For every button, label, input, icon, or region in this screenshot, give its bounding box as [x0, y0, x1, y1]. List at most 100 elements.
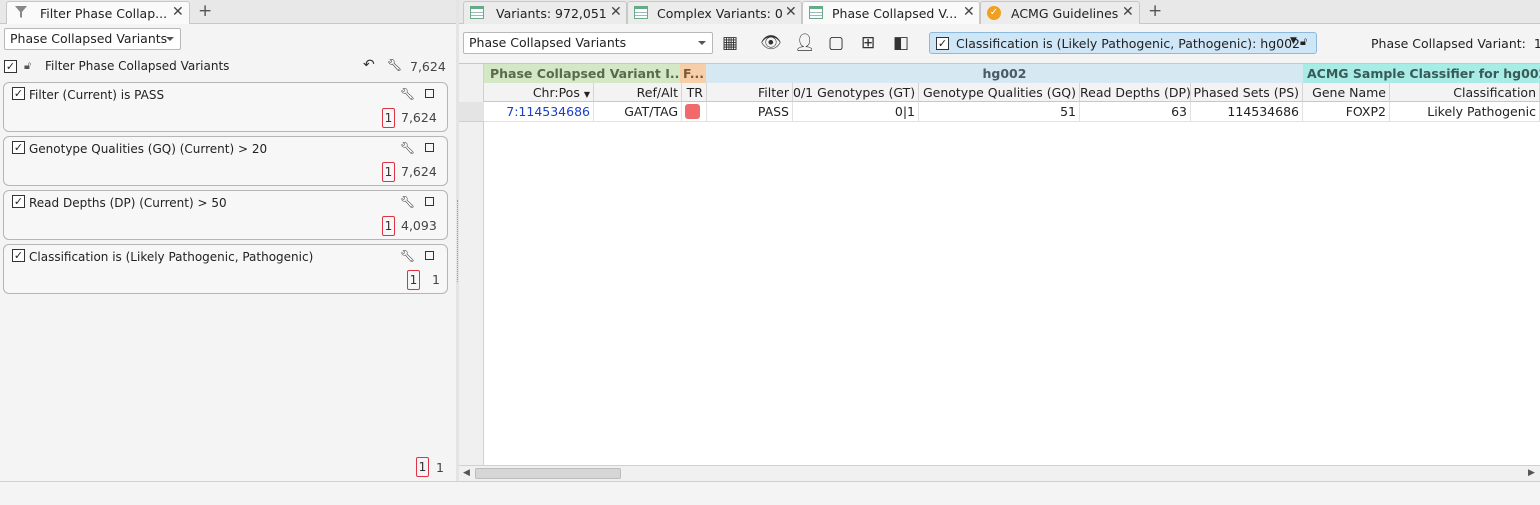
filter-card[interactable]: ✓ Classification is (Likely Pathogenic, … — [3, 244, 448, 294]
unlock-icon[interactable]: 🔓︎ — [24, 59, 31, 73]
square-icon[interactable] — [425, 143, 434, 152]
wrench-icon[interactable]: 🔧︎ — [400, 87, 415, 101]
column-header-dp[interactable]: Read Depths (DP) — [1080, 83, 1191, 102]
filter-index-box: 1 — [382, 216, 395, 236]
column-header-gene[interactable]: Gene Name — [1303, 83, 1390, 102]
cell-filter: PASS — [707, 102, 793, 122]
filter-card[interactable]: ✓ Filter (Current) is PASS 🔧︎ 1 7,624 — [3, 82, 448, 132]
cell-tr — [682, 102, 707, 122]
group-header-phase-collapsed: Phase Collapsed Variant I... — [484, 64, 680, 83]
cell-chrpos-link[interactable]: 7:114534686 — [484, 102, 594, 122]
filter-card[interactable]: ✓ Read Depths (DP) (Current) > 50 🔧︎ 1 4… — [3, 190, 448, 240]
filter-checkbox[interactable]: ✓ — [12, 249, 25, 262]
tab-phase-collapsed-variants[interactable]: Phase Collapsed V... ✕ — [802, 1, 980, 24]
tab-variants[interactable]: Variants: 972,051 ✕ — [463, 1, 627, 24]
row-gutter-selected[interactable] — [459, 102, 484, 122]
filter-source-select[interactable]: Phase Collapsed Variants — [4, 28, 181, 50]
tab-label: Complex Variants: 0 — [657, 6, 783, 21]
wrench-icon[interactable]: 🔧︎ — [400, 249, 415, 263]
close-icon[interactable]: ✕ — [963, 4, 975, 20]
eye-icon[interactable]: 👁︎ — [760, 33, 782, 53]
filter-count: 7,624 — [401, 164, 437, 179]
tab-filter-phase-collapsed[interactable]: Filter Phase Collap... ✕ — [6, 1, 190, 24]
filter-label: Read Depths (DP) (Current) > 50 — [29, 196, 227, 210]
wrench-icon[interactable]: 🔧︎ — [400, 195, 415, 209]
root-filter-checkbox[interactable]: ✓ — [4, 60, 17, 73]
tab-label: ACMG Guidelines — [1011, 6, 1119, 21]
filter-chip-checkbox[interactable]: ✓ — [936, 37, 949, 50]
cell-refalt: GAT/TAG — [594, 102, 682, 122]
filter-label: Classification is (Likely Pathogenic, Pa… — [29, 250, 314, 264]
close-icon[interactable]: ✕ — [172, 4, 184, 20]
add-tab-icon[interactable]: + — [1148, 1, 1162, 21]
footer-index-box: 1 — [416, 457, 429, 477]
table-icon — [470, 6, 484, 19]
row-gutter — [459, 64, 484, 466]
footer-count: 1 — [436, 460, 444, 475]
column-header-classification[interactable]: Classification — [1390, 83, 1540, 102]
group-header-acmg: ACMG Sample Classifier for hg002 — [1303, 64, 1540, 83]
filter-source-value: Phase Collapsed Variants — [10, 31, 168, 46]
filter-index-box: 1 — [407, 270, 420, 290]
close-icon[interactable]: ✕ — [610, 4, 622, 20]
column-header-ps[interactable]: Phased Sets (PS) — [1191, 83, 1303, 102]
tab-acmg-guidelines[interactable]: ✓ ACMG Guidelines ✕ — [980, 1, 1140, 24]
cell-gt: 0|1 — [793, 102, 919, 122]
tab-label: Phase Collapsed V... — [832, 6, 958, 21]
column-header-gq[interactable]: Genotype Qualities (GQ) — [919, 83, 1080, 102]
filter-count: 1 — [432, 272, 440, 287]
selection-square-icon[interactable]: ▢ — [828, 33, 844, 53]
root-filter-count: 7,624 — [410, 59, 446, 74]
cell-ps: 114534686 — [1191, 102, 1303, 122]
filter-label: Filter (Current) is PASS — [29, 88, 165, 102]
columns-icon[interactable]: ▦ — [722, 33, 738, 53]
chevron-down-icon[interactable]: ▼ — [1290, 36, 1297, 46]
unlock-icon[interactable]: 🔓︎ — [1300, 35, 1307, 49]
close-icon[interactable]: ✕ — [785, 4, 797, 20]
scroll-right-icon[interactable]: ▶ — [1528, 468, 1535, 478]
splitter-grip — [457, 200, 458, 282]
cell-dp: 63 — [1080, 102, 1191, 122]
column-header-filter[interactable]: Filter — [707, 83, 793, 102]
square-icon[interactable] — [425, 251, 434, 260]
variant-table: Phase Collapsed Variant I... F... hg002 … — [459, 63, 1540, 481]
active-filter-chip[interactable]: ✓ Classification is (Likely Pathogenic, … — [929, 32, 1317, 54]
person-icon[interactable]: 👤︎ — [794, 33, 816, 53]
filter-chip-label: Classification is (Likely Pathogenic, Pa… — [956, 36, 1301, 51]
table-source-select[interactable]: Phase Collapsed Variants — [463, 32, 713, 54]
column-header-chrpos[interactable]: Chr:Pos ▼ — [484, 83, 594, 102]
filter-checkbox[interactable]: ✓ — [12, 195, 25, 208]
close-icon[interactable]: ✕ — [1122, 4, 1134, 20]
column-header-tr[interactable]: TR — [682, 83, 707, 102]
scroll-thumb[interactable] — [475, 468, 621, 479]
filter-checkbox[interactable]: ✓ — [12, 87, 25, 100]
add-table-icon[interactable]: ⊞ — [861, 33, 875, 53]
undo-icon[interactable]: ↶ — [363, 57, 375, 73]
add-tab-icon[interactable]: + — [198, 1, 212, 21]
record-count-status: Phase Collapsed Variant: 1 — [1371, 36, 1540, 51]
column-header-gt[interactable]: 0/1 Genotypes (GT) — [793, 83, 919, 102]
tab-label: Filter Phase Collap... — [40, 6, 168, 21]
column-header-refalt[interactable]: Ref/Alt — [594, 83, 682, 102]
filter-count: 7,624 — [401, 110, 437, 125]
cell-gq: 51 — [919, 102, 1080, 122]
wrench-icon[interactable]: 🔧︎ — [387, 58, 402, 72]
table-icon — [809, 6, 823, 19]
bottom-strip — [0, 481, 1540, 505]
panel-toggle-icon[interactable]: ◧ — [893, 33, 909, 53]
group-header-hg002: hg002 — [706, 64, 1303, 83]
filter-index-box: 1 — [382, 162, 395, 182]
tr-swatch — [685, 104, 700, 119]
filter-checkbox[interactable]: ✓ — [12, 141, 25, 154]
chevron-down-icon — [698, 41, 706, 45]
sort-desc-icon: ▼ — [583, 90, 590, 99]
horizontal-scrollbar[interactable]: ◀ ▶ — [459, 465, 1540, 481]
group-header-filter: F... — [680, 64, 706, 83]
scroll-left-icon[interactable]: ◀ — [463, 468, 470, 478]
square-icon[interactable] — [425, 89, 434, 98]
chevron-down-icon — [166, 37, 174, 41]
square-icon[interactable] — [425, 197, 434, 206]
wrench-icon[interactable]: 🔧︎ — [400, 141, 415, 155]
filter-card[interactable]: ✓ Genotype Qualities (GQ) (Current) > 20… — [3, 136, 448, 186]
tab-complex-variants[interactable]: Complex Variants: 0 ✕ — [627, 1, 802, 24]
